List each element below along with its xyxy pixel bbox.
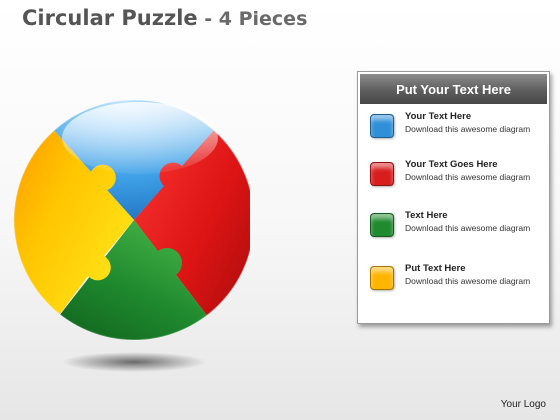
legend-item-1: Your Text Here Download this awesome dia… [358,111,549,143]
red-square-icon [370,162,394,186]
legend-item-description: Download this awesome diagram [405,124,531,134]
legend-item-title: Your Text Here [405,111,472,122]
legend-item-2: Your Text Goes Here Download this awesom… [358,159,549,191]
green-square-icon [370,213,394,237]
legend-item-description: Download this awesome diagram [405,172,531,182]
legend-panel: Put Your Text Here Your Text Here Downlo… [357,71,550,324]
puzzle-shadow [62,352,206,372]
puzzle-gloss-highlight [62,102,218,174]
legend-item-3: Text Here Download this awesome diagram [358,210,549,242]
orange-square-icon [370,266,394,290]
legend-item-4: Put Text Here Download this awesome diag… [358,263,549,295]
legend-item-description: Download this awesome diagram [405,276,531,286]
legend-item-description: Download this awesome diagram [405,223,531,233]
legend-item-title: Text Here [405,210,448,221]
blue-square-icon [370,114,394,138]
legend-item-title: Your Text Goes Here [405,159,498,170]
footer-logo-text: Your Logo [500,399,546,410]
legend-header: Put Your Text Here [360,74,547,104]
legend-item-title: Put Text Here [405,263,466,274]
